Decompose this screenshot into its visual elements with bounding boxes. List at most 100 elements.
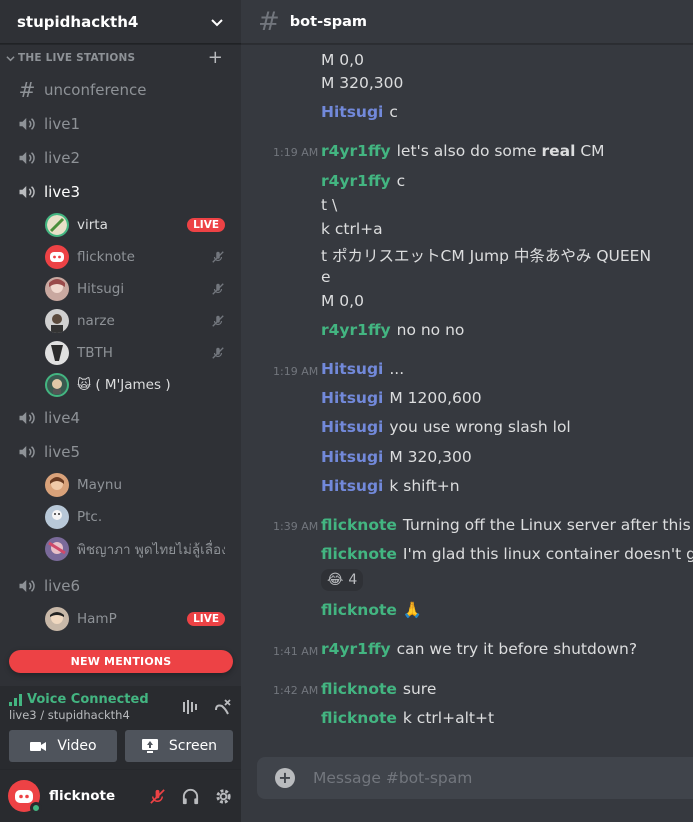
message-text: k ctrl+a bbox=[321, 220, 383, 238]
voice-user-flicknote[interactable]: flicknote bbox=[0, 241, 241, 273]
avatar bbox=[45, 607, 69, 631]
avatar bbox=[45, 473, 69, 497]
gear-icon[interactable] bbox=[214, 787, 233, 806]
message-author[interactable]: Hitsugi bbox=[321, 389, 383, 407]
message-text: let's also do some bbox=[396, 142, 542, 160]
message-text: M 320,300 bbox=[389, 448, 472, 466]
speaker-icon bbox=[18, 409, 36, 427]
message-text: no no no bbox=[396, 321, 465, 339]
voice-user-hitsugi[interactable]: Hitsugi bbox=[0, 273, 241, 305]
timestamp: 1:19 AM bbox=[273, 146, 319, 159]
discord-app: stupidhackth4 THE LIVE STATIONS + # unco… bbox=[0, 0, 693, 822]
voice-user-narze[interactable]: narze bbox=[0, 305, 241, 337]
voice-user-name: Maynu bbox=[77, 477, 123, 493]
channel-unconference[interactable]: # unconference bbox=[0, 73, 241, 107]
message: M 320,300 bbox=[321, 74, 403, 92]
voice-user-tbth[interactable]: TBTH bbox=[0, 337, 241, 369]
voice-user-name: Hitsugi bbox=[77, 281, 125, 297]
channel-label: live2 bbox=[44, 149, 80, 167]
message-text: Turning off the Linux server after this … bbox=[402, 516, 693, 534]
timestamp: 1:41 AM bbox=[273, 645, 319, 658]
disconnect-icon[interactable] bbox=[213, 698, 231, 716]
voice-location[interactable]: live3 / stupidhackth4 bbox=[9, 708, 181, 722]
message: Hitsugi you use wrong slash lol bbox=[321, 418, 571, 436]
voice-user-name: narze bbox=[77, 313, 115, 329]
message-author[interactable]: r4yr1ffy bbox=[321, 640, 391, 658]
message: r4yr1ffy let's also do some real CM bbox=[321, 142, 605, 160]
message-author[interactable]: Hitsugi bbox=[321, 477, 383, 495]
message-text: t ポカリスエットCM Jump 中条あやみ QUEEN bbox=[321, 247, 652, 265]
voice-channel-live5[interactable]: live5 bbox=[0, 435, 241, 469]
message-author[interactable]: flicknote bbox=[321, 709, 397, 727]
message-bold-text: real bbox=[541, 142, 576, 160]
category-label: THE LIVE STATIONS bbox=[18, 52, 136, 64]
video-label: Video bbox=[57, 738, 97, 754]
video-button[interactable]: Video bbox=[9, 730, 117, 762]
reaction-button[interactable]: 😂 4 bbox=[321, 569, 364, 591]
voice-user-mjames[interactable]: 🙀 ( M'James ) bbox=[0, 369, 241, 401]
online-status-icon bbox=[30, 802, 42, 814]
speaker-icon bbox=[18, 115, 36, 133]
mic-muted-icon[interactable] bbox=[148, 787, 167, 806]
voice-connection-panel: Voice Connected live3 / stupidhackth4 Vi… bbox=[0, 686, 241, 770]
channel-header: # bot-spam bbox=[241, 0, 693, 44]
message-author[interactable]: Hitsugi bbox=[321, 103, 383, 121]
message-author[interactable]: r4yr1ffy bbox=[321, 142, 391, 160]
message: Hitsugi... bbox=[321, 360, 404, 378]
message: flicknote Turning off the Linux server af… bbox=[321, 516, 693, 534]
voice-channel-live4[interactable]: live4 bbox=[0, 401, 241, 435]
message: flicknote 🙏 bbox=[321, 601, 422, 619]
message-text: CM bbox=[575, 142, 605, 160]
mic-muted-icon bbox=[212, 283, 224, 295]
voice-user-thai[interactable]: พิชญาภา พูดไทยไม่ลู้เลื่อง bbox=[0, 533, 241, 565]
voice-channel-live1[interactable]: live1 bbox=[0, 107, 241, 141]
voice-channel-live6[interactable]: live6 bbox=[0, 569, 241, 603]
message-author[interactable]: r4yr1ffy bbox=[321, 321, 391, 339]
voice-user-name: virta bbox=[77, 217, 108, 233]
message-author[interactable]: flicknote bbox=[321, 545, 397, 563]
message: flicknote sure bbox=[321, 680, 436, 698]
voice-channel-live2[interactable]: live2 bbox=[0, 141, 241, 175]
message-author[interactable]: flicknote bbox=[321, 601, 397, 619]
message-input[interactable] bbox=[313, 769, 653, 787]
voice-user-name: HamP bbox=[77, 611, 117, 627]
message: Hitsugi k shift+n bbox=[321, 477, 460, 495]
avatar bbox=[45, 537, 69, 561]
message: flicknote I'm glad this linux container d… bbox=[321, 545, 693, 563]
message-author[interactable]: Hitsugi bbox=[321, 418, 383, 436]
message-text: k shift+n bbox=[389, 477, 460, 495]
message-author[interactable]: r4yr1ffy bbox=[321, 172, 391, 190]
message-author[interactable]: flicknote bbox=[321, 516, 397, 534]
message-text: M 0,0 bbox=[321, 292, 364, 310]
message-text: sure bbox=[402, 680, 437, 698]
message-author[interactable]: Hitsugi bbox=[321, 448, 383, 466]
add-channel-icon[interactable]: + bbox=[208, 49, 223, 67]
category-the-live-stations[interactable]: THE LIVE STATIONS + bbox=[0, 49, 241, 67]
guild-header[interactable]: stupidhackth4 bbox=[0, 0, 241, 44]
live-badge: LIVE bbox=[187, 218, 225, 232]
message-text: k ctrl+alt+t bbox=[402, 709, 495, 727]
headphones-icon[interactable] bbox=[181, 787, 200, 806]
add-attachment-icon[interactable]: + bbox=[275, 768, 295, 788]
voice-user-maynu[interactable]: Maynu bbox=[0, 469, 241, 501]
channel-sidebar: stupidhackth4 THE LIVE STATIONS + # unco… bbox=[0, 0, 241, 822]
message-composer: + bbox=[257, 757, 693, 799]
voice-user-hamp[interactable]: HamP LIVE bbox=[0, 603, 241, 635]
avatar bbox=[45, 245, 69, 269]
message: k ctrl+a bbox=[321, 220, 383, 238]
avatar bbox=[45, 341, 69, 365]
message-author[interactable]: Hitsugi bbox=[321, 360, 383, 378]
voice-channel-live3[interactable]: live3 bbox=[0, 175, 241, 209]
reaction-count: 4 bbox=[348, 572, 358, 588]
screen-share-button[interactable]: Screen bbox=[125, 730, 233, 762]
timestamp: 1:39 AM bbox=[273, 520, 319, 533]
speaker-icon bbox=[18, 149, 36, 167]
channel-label: live6 bbox=[44, 577, 80, 595]
noise-suppression-icon[interactable] bbox=[181, 698, 199, 716]
voice-user-ptc[interactable]: Ptc. bbox=[0, 501, 241, 533]
new-mentions-banner[interactable]: NEW MENTIONS bbox=[9, 650, 233, 673]
avatar[interactable] bbox=[8, 780, 42, 814]
message-author[interactable]: flicknote bbox=[321, 680, 397, 698]
message: e bbox=[321, 268, 331, 286]
voice-user-virta[interactable]: virta LIVE bbox=[0, 209, 241, 241]
